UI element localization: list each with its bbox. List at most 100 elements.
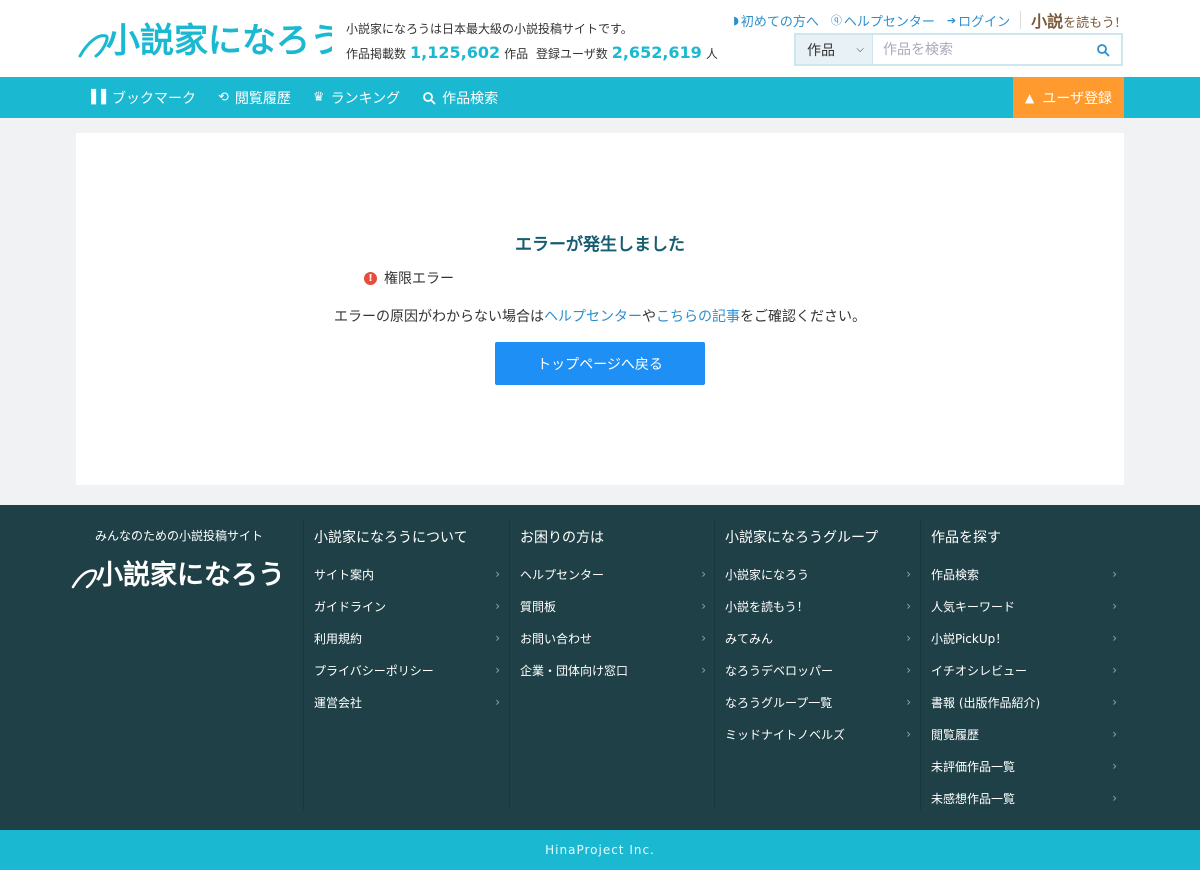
footer-link[interactable]: 小説家になろう ›: [715, 558, 919, 590]
search-button[interactable]: [1085, 35, 1121, 64]
login-link[interactable]: ➔ ログイン: [947, 11, 1010, 30]
footer-column-title: お困りの方は: [520, 530, 604, 546]
error-icon: !: [364, 271, 377, 285]
article-inline-link[interactable]: こちらの記事: [656, 309, 740, 325]
users-label: 登録ユーザ数: [535, 47, 608, 61]
footer-link[interactable]: なろうグループ一覧 ›: [715, 686, 919, 718]
footer-link[interactable]: 人気キーワード ›: [921, 590, 1125, 622]
footer-column-explore: 作品を探す 作品検索 › 人気キーワード › 小説PickUp！ › イチオシレビュー…: [920, 520, 1125, 810]
chevron-right-icon: ›: [495, 567, 500, 581]
chevron-right-icon: ›: [1112, 727, 1117, 741]
error-panel: エラーが発生しました ! 権限エラー エラーの原因がわからない場合はヘルプセンタ…: [76, 133, 1124, 485]
chevron-right-icon: ›: [701, 663, 706, 677]
chevron-right-icon: ›: [495, 695, 500, 709]
footer-link[interactable]: サイト案内 ›: [304, 558, 508, 590]
footer-link-label: 書報 (出版作品紹介): [931, 695, 1041, 710]
register-button[interactable]: ▲ ユーザ登録: [1013, 77, 1124, 118]
search-input[interactable]: [873, 35, 1085, 64]
footer-link[interactable]: 作品検索 ›: [921, 558, 1125, 590]
footer-link[interactable]: 未評価作品一覧 ›: [921, 750, 1125, 782]
back-to-top-button[interactable]: トップページへ戻る: [495, 342, 705, 385]
footer-link-label: みてみん: [725, 631, 774, 646]
site-header: 小説家になろう 小説家になろうは日本最大級の小説投稿サイトです。 作品掲載数 1,…: [0, 0, 1200, 77]
copyright-bar: HinaProject Inc.: [0, 830, 1200, 870]
footer-link[interactable]: なろうデベロッパー ›: [715, 654, 919, 686]
footer-link[interactable]: ガイドライン ›: [304, 590, 508, 622]
nav-ranking[interactable]: ♛ ランキング: [313, 88, 400, 108]
footer-link[interactable]: ヘルプセンター ›: [510, 558, 714, 590]
footer-logo[interactable]: 小説家になろう: [70, 549, 280, 595]
search-type-value: 作品: [807, 42, 835, 59]
register-label: ユーザ登録: [1042, 90, 1112, 107]
chevron-right-icon: ›: [906, 663, 911, 677]
yomou-label-a: 小説: [1031, 12, 1064, 31]
chevron-right-icon: ›: [701, 631, 706, 645]
login-icon: ➔: [946, 13, 957, 27]
footer-link[interactable]: イチオシレビュー ›: [921, 654, 1125, 686]
book-icon: ◗: [733, 13, 739, 27]
chevron-right-icon: ›: [1112, 663, 1117, 677]
site-stats: 作品掲載数 1,125,602 作品 登録ユーザ数 2,652,619 人: [346, 43, 718, 62]
chevron-right-icon: ›: [495, 631, 500, 645]
yomou-link[interactable]: 小説を読もう!: [1031, 8, 1120, 32]
footer-link[interactable]: 運営会社 ›: [304, 686, 508, 718]
error-description: エラーの原因がわからない場合はヘルプセンターやこちらの記事をご確認ください。: [76, 306, 1124, 326]
nav-bookmark-label: ブックマーク: [112, 90, 196, 107]
footer-column-title: 作品を探す: [931, 530, 1001, 546]
chevron-right-icon: ›: [701, 599, 706, 613]
footer-link[interactable]: 小説を読もう！ ›: [715, 590, 919, 622]
footer-link[interactable]: 書報 (出版作品紹介) ›: [921, 686, 1125, 718]
footer-column-group: 小説家になろうグループ 小説家になろう › 小説を読もう！ › みてみん › なろうデ…: [714, 520, 919, 810]
search-icon: [423, 91, 436, 104]
top-links: ◗ 初めての方へ ⓠ ヘルプセンター ➔ ログイン 小説を読もう!: [721, 8, 1120, 32]
search-icon: [1097, 43, 1110, 56]
footer-link[interactable]: 利用規約 ›: [304, 622, 508, 654]
footer-link[interactable]: 小説PickUp！ ›: [921, 622, 1125, 654]
chevron-down-icon: ⌵: [856, 44, 864, 55]
users-count: 2,652,619: [611, 43, 702, 62]
user-icon: ▲: [1025, 90, 1035, 105]
site-logo[interactable]: 小説家になろう: [76, 12, 332, 64]
works-count: 1,125,602: [410, 43, 501, 62]
chevron-right-icon: ›: [495, 599, 500, 613]
footer-link[interactable]: みてみん ›: [715, 622, 919, 654]
nav-search[interactable]: 作品検索: [422, 88, 498, 108]
footer-link[interactable]: プライバシーポリシー ›: [304, 654, 508, 686]
chevron-right-icon: ›: [701, 567, 706, 581]
history-icon: ⟲: [218, 90, 229, 105]
help-center-link[interactable]: ⓠ ヘルプセンター: [831, 11, 935, 30]
help-center-inline-link[interactable]: ヘルプセンター: [544, 309, 642, 325]
error-message: 権限エラー: [384, 271, 454, 287]
footer-link[interactable]: 未感想作品一覧 ›: [921, 782, 1125, 814]
beginners-link[interactable]: ◗ 初めての方へ: [733, 11, 819, 30]
chevron-right-icon: ›: [1112, 759, 1117, 773]
footer-link-label: お問い合わせ: [520, 631, 593, 646]
bookmark-icon: ▐▐: [86, 90, 106, 105]
chevron-right-icon: ›: [1112, 599, 1117, 613]
nav-items: ▐▐ ブックマーク ⟲ 閲覧履歴 ♛ ランキング 作品検索: [86, 77, 520, 118]
search-type-select[interactable]: 作品 ⌵: [796, 35, 873, 64]
site-tagline: 小説家になろうは日本最大級の小説投稿サイトです。: [346, 22, 633, 36]
nav-bookmark[interactable]: ▐▐ ブックマーク: [86, 88, 196, 108]
nav-ranking-label: ランキング: [330, 90, 401, 107]
chevron-right-icon: ›: [906, 567, 911, 581]
nav-history-label: 閲覧履歴: [234, 90, 291, 107]
footer-catchphrase: みんなのための小説投稿サイト: [95, 529, 264, 543]
users-unit: 人: [705, 47, 718, 61]
footer-link[interactable]: 企業・団体向け窓口 ›: [510, 654, 714, 686]
footer-link-label: ミッドナイトノベルズ: [725, 727, 846, 742]
error-message-row: ! 権限エラー: [364, 268, 454, 288]
footer-link[interactable]: 質問板 ›: [510, 590, 714, 622]
chevron-right-icon: ›: [906, 727, 911, 741]
toplinks-divider: [1020, 11, 1022, 29]
svg-text:小説家になろう: 小説家になろう: [96, 559, 280, 591]
footer-link[interactable]: ミッドナイトノベルズ ›: [715, 718, 919, 750]
chevron-right-icon: ›: [1112, 631, 1117, 645]
footer-link[interactable]: お問い合わせ ›: [510, 622, 714, 654]
yomou-label-b: を読もう!: [1063, 16, 1120, 31]
nav-history[interactable]: ⟲ 閲覧履歴: [218, 88, 291, 108]
works-label: 作品掲載数: [346, 47, 407, 61]
footer-link-label: 利用規約: [314, 631, 363, 646]
footer-link-label: 閲覧履歴: [931, 727, 980, 742]
footer-link[interactable]: 閲覧履歴 ›: [921, 718, 1125, 750]
